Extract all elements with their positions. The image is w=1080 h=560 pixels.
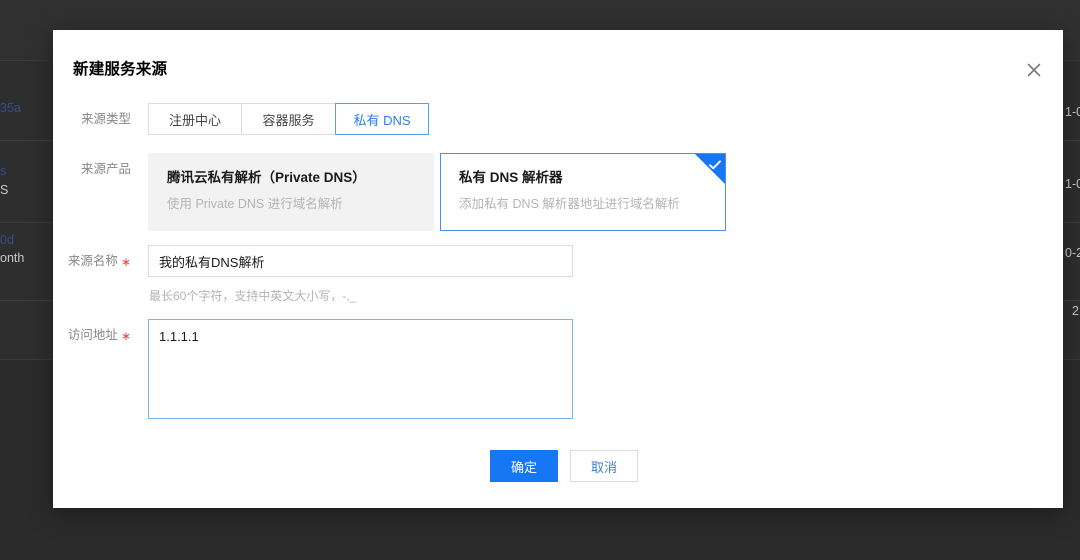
background-text-fragment: 0-2 [1065, 246, 1080, 260]
source-product-cards: 腾讯云私有解析（Private DNS） 使用 Private DNS 进行域名… [148, 153, 726, 231]
source-name-hint: 最长60个字符，支持中英文大小写，-,_ [149, 289, 357, 303]
background-text-fragment: 0d [0, 233, 14, 247]
close-icon[interactable] [1020, 56, 1048, 84]
dialog-footer: 确定 取消 [53, 450, 1063, 482]
cancel-button[interactable]: 取消 [570, 450, 639, 482]
label-source-product: 来源产品 [80, 162, 131, 176]
new-service-source-dialog: 新建服务来源 来源类型 注册中心 容器服务 私有 DNS 来源产品 腾讯云私有解… [53, 30, 1063, 508]
background-text-fragment: 35a [0, 101, 21, 115]
label-source-name: 来源名称 ∗ [67, 254, 131, 269]
access-address-textarea[interactable] [148, 319, 573, 419]
tab-registry-center[interactable]: 注册中心 [148, 103, 242, 135]
background-text-fragment: onth [0, 251, 25, 265]
product-card-description: 添加私有 DNS 解析器地址进行域名解析 [459, 197, 680, 211]
label-access-address: 访问地址 ∗ [67, 328, 131, 343]
product-card-tencent-private-dns[interactable]: 腾讯云私有解析（Private DNS） 使用 Private DNS 进行域名… [148, 153, 434, 231]
product-card-title: 腾讯云私有解析（Private DNS） [167, 170, 366, 185]
label-source-type: 来源类型 [80, 112, 131, 126]
dialog-title: 新建服务来源 [73, 61, 168, 78]
tab-container-service[interactable]: 容器服务 [242, 103, 336, 135]
background-text-fragment: s [0, 164, 7, 178]
product-card-description: 使用 Private DNS 进行域名解析 [167, 197, 343, 211]
background-text-fragment: 1-0 [1065, 105, 1080, 119]
product-card-private-dns-resolver[interactable]: 私有 DNS 解析器 添加私有 DNS 解析器地址进行域名解析 [440, 153, 726, 231]
product-card-title: 私有 DNS 解析器 [459, 170, 563, 185]
required-asterisk: ∗ [120, 328, 131, 343]
confirm-button[interactable]: 确定 [490, 450, 559, 482]
check-icon [695, 154, 725, 184]
background-text-fragment: 1-0 [1065, 177, 1080, 191]
background-text-fragment: 2 [1072, 304, 1079, 318]
source-name-input[interactable] [148, 245, 573, 277]
page-root: 35a s S 0d onth 1-0 1-0 0-2 2 新建服务来源 来源类… [0, 0, 1080, 560]
required-asterisk: ∗ [120, 254, 131, 269]
tab-private-dns[interactable]: 私有 DNS [335, 103, 429, 135]
background-text-fragment: S [0, 183, 9, 197]
source-type-tabs: 注册中心 容器服务 私有 DNS [148, 103, 429, 135]
